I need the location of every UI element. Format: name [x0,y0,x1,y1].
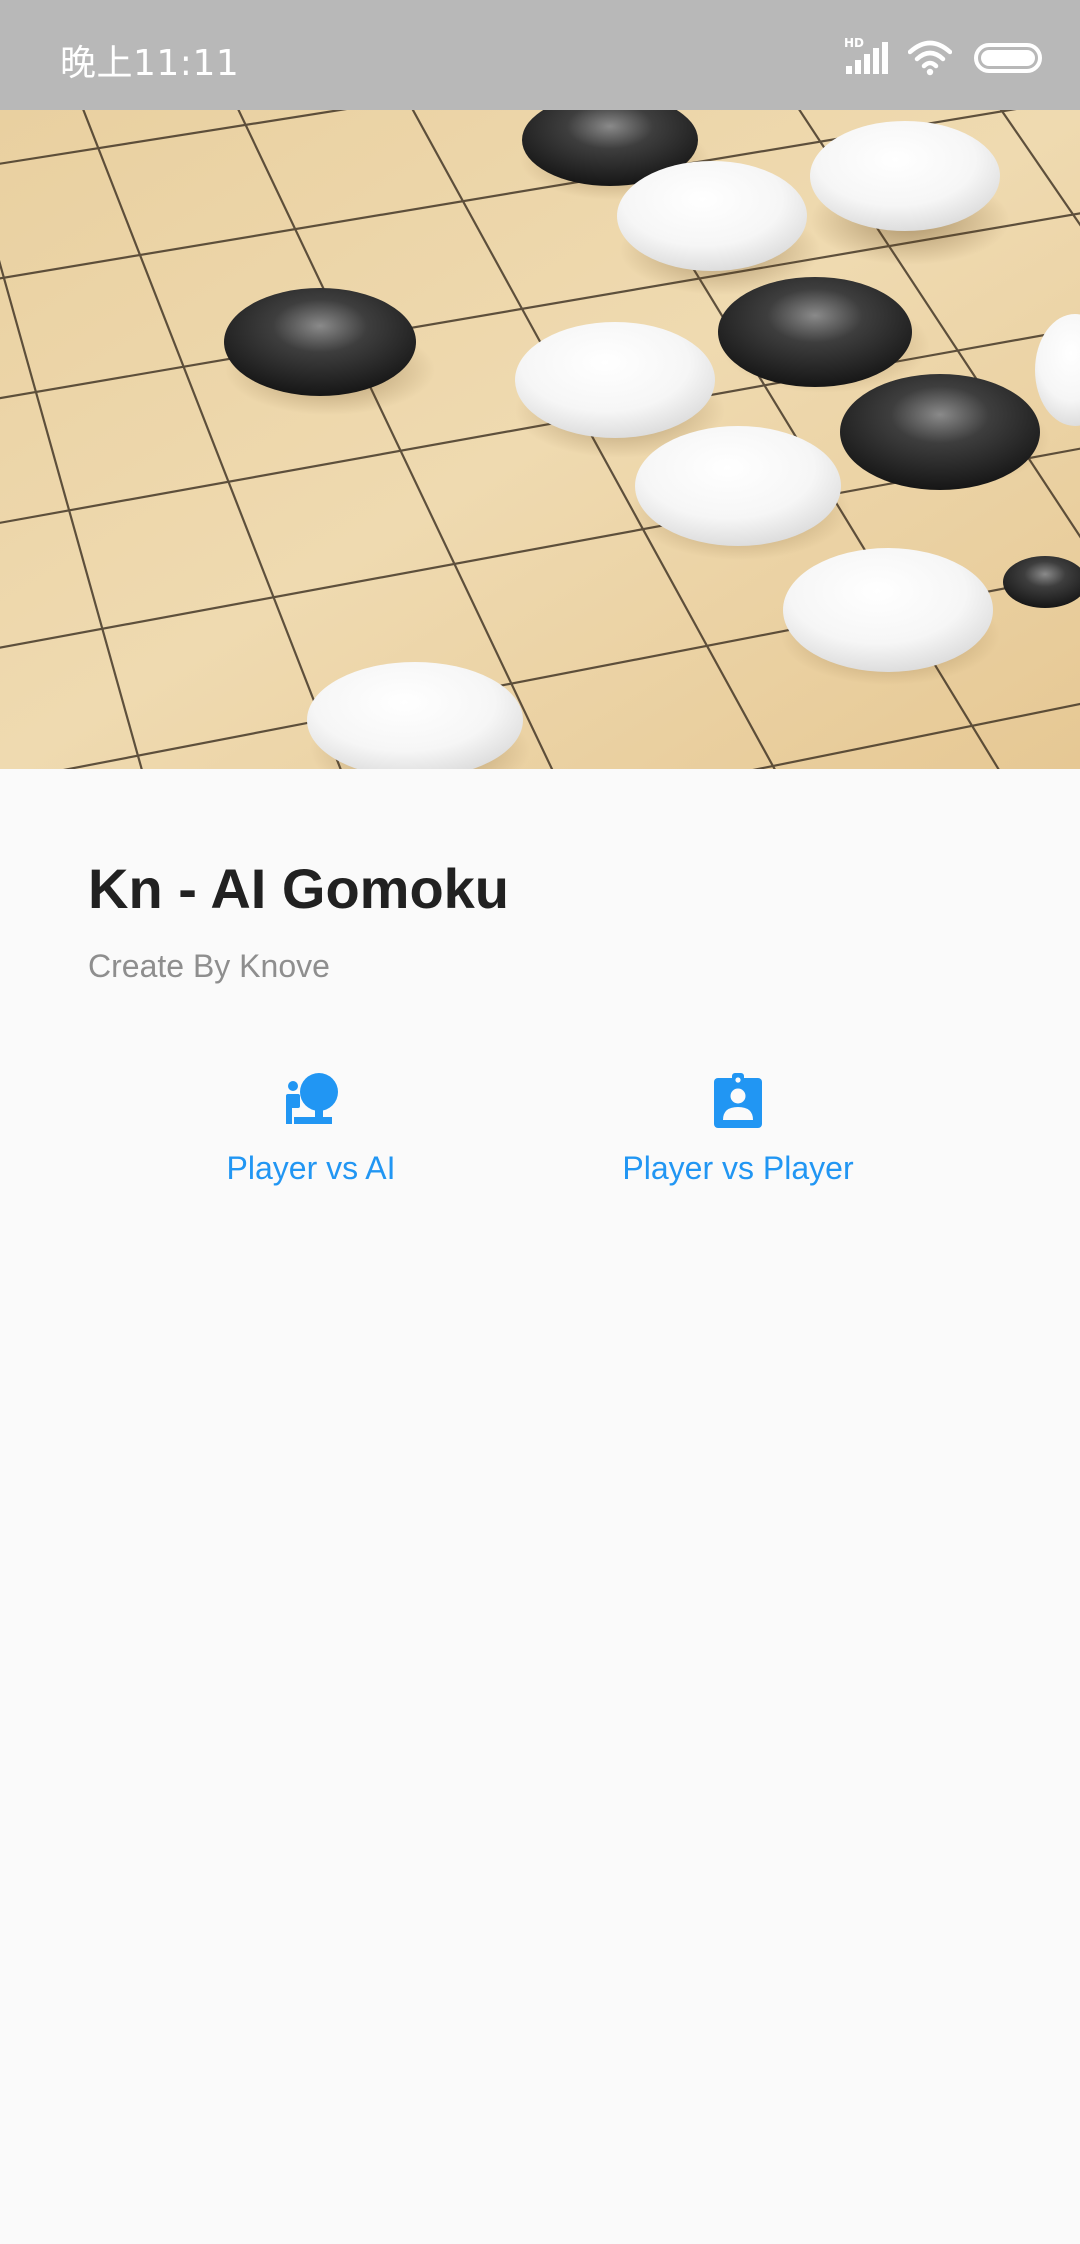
hero-gomoku-image [0,110,1080,769]
status-time: 晚上11:11 [60,43,240,84]
player-vs-player-button[interactable]: Player vs Player [608,1070,868,1188]
battery-icon [974,43,1042,73]
status-bar: 晚上11:11 HD [0,0,1080,110]
app-screen: 晚上11:11 HD Kn - AI Gomoku Create By Knov… [0,0,1080,2244]
app-title: Kn - AI Gomoku [88,857,510,920]
player-vs-player-label: Player vs Player [622,1150,854,1186]
player-vs-ai-label: Player vs AI [226,1150,396,1186]
person-with-ai-icon [281,1070,341,1130]
status-icons: HD [844,36,1042,78]
contact-badge-icon [708,1070,768,1130]
hd-badge: HD [844,36,865,50]
signal-icon: HD [844,36,890,76]
player-vs-ai-button[interactable]: Player vs AI [196,1070,426,1188]
app-subtitle: Create By Knove [88,948,330,984]
wifi-icon [907,40,953,76]
